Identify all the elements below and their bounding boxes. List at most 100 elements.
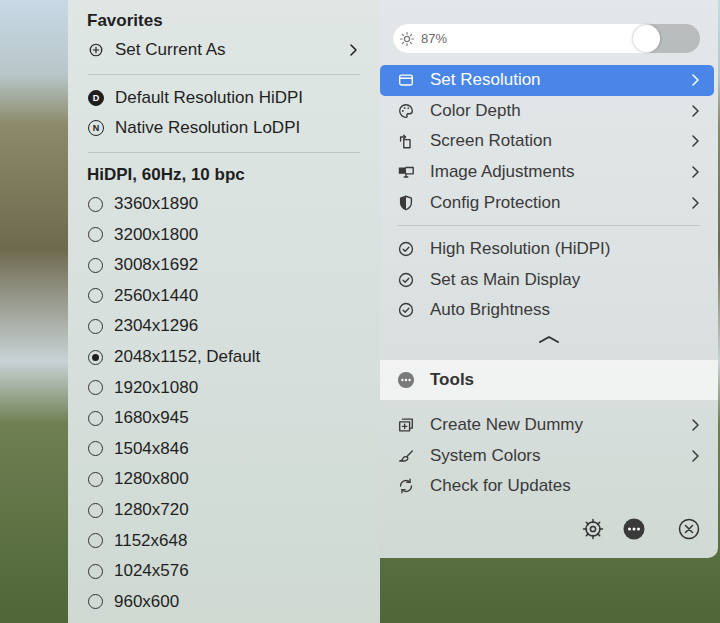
option-item[interactable]: Set as Main Display [380, 265, 714, 296]
set-current-label: Set Current As [115, 40, 337, 60]
tool-item[interactable]: Check for Updates [380, 471, 714, 502]
option-item[interactable]: Auto Brightness [380, 295, 714, 326]
resolution-label: 2048x1152, Default [114, 347, 358, 367]
tool-item[interactable]: System Colors [380, 440, 714, 471]
chevron-right-icon [690, 449, 700, 463]
brightness-fill: 87% [393, 24, 660, 53]
resolution-option[interactable]: 3200x1800 [68, 219, 380, 250]
favorites-title: Favorites [68, 7, 380, 35]
chevron-right-icon [690, 73, 700, 87]
tool-item-label: Create New Dummy [430, 415, 675, 435]
preset-item[interactable]: N Native Resolution LoDPI [68, 113, 380, 144]
radio-icon [88, 380, 103, 395]
gear-icon[interactable] [582, 518, 604, 540]
resolution-option[interactable]: 1280x720 [68, 495, 380, 526]
plus-circle-icon [88, 42, 104, 58]
resolutions-title: HiDPI, 60Hz, 10 bpc [68, 161, 380, 189]
resolution-label: 2560x1440 [114, 286, 358, 306]
menu-item-label: Image Adjustments [430, 162, 675, 182]
sun-icon [399, 31, 415, 47]
chevron-right-icon [690, 165, 700, 179]
resolution-label: 1920x1080 [114, 378, 358, 398]
menu-item-label: Config Protection [430, 193, 675, 213]
brightness-slider[interactable]: 87% [393, 24, 700, 53]
menu-item-icon [397, 102, 415, 120]
menu-item-label: Set Resolution [430, 70, 675, 90]
tools-label: Tools [430, 370, 474, 390]
tool-item-icon [397, 447, 415, 465]
radio-icon [88, 533, 103, 548]
ellipsis-icon [397, 371, 415, 389]
option-item[interactable]: High Resolution (HiDPI) [380, 234, 714, 265]
radio-icon [88, 411, 103, 426]
resolution-option[interactable]: 1280x800 [68, 464, 380, 495]
menu-item-label: Screen Rotation [430, 131, 675, 151]
menu-item[interactable]: Image Adjustments [380, 157, 714, 188]
divider [88, 74, 360, 75]
divider [88, 152, 360, 153]
collapse-button[interactable] [380, 326, 718, 352]
resolution-label: 1152x648 [114, 531, 358, 551]
radio-icon [88, 564, 103, 579]
menu-item[interactable]: Set Resolution [380, 65, 714, 96]
resolution-label: 3200x1800 [114, 225, 358, 245]
radio-icon [88, 441, 103, 456]
tools-header[interactable]: Tools [380, 360, 718, 400]
resolution-option[interactable]: 1152x648 [68, 525, 380, 556]
preset-badge-icon: D [88, 90, 104, 106]
menu-item[interactable]: Screen Rotation [380, 126, 714, 157]
menu-item-icon [397, 132, 415, 150]
resolution-label: 1280x800 [114, 469, 358, 489]
resolution-option[interactable]: 1024x576 [68, 556, 380, 587]
resolution-label: 3360x1890 [114, 194, 358, 214]
check-circle-icon [397, 271, 415, 289]
tool-item-label: System Colors [430, 446, 675, 466]
preset-item[interactable]: D Default Resolution HiDPI [68, 83, 380, 114]
resolution-option[interactable]: 1680x945 [68, 403, 380, 434]
menu-item[interactable]: Color Depth [380, 96, 714, 127]
check-circle-icon [397, 240, 415, 258]
resolution-option[interactable]: 960x600 [68, 587, 380, 618]
resolution-submenu: Favorites Set Current As D Default Resoluti… [68, 0, 380, 623]
menu-item[interactable]: Config Protection [380, 187, 714, 218]
tool-item-icon [397, 416, 415, 434]
resolution-option[interactable]: 2560x1440 [68, 281, 380, 312]
divider [398, 225, 700, 226]
resolution-label: 3008x1692 [114, 255, 358, 275]
option-label: High Resolution (HiDPI) [430, 239, 700, 259]
resolution-option[interactable]: 3360x1890 [68, 189, 380, 220]
resolution-option[interactable]: 1920x1080 [68, 372, 380, 403]
resolution-label: 1504x846 [114, 439, 358, 459]
close-icon[interactable] [678, 518, 700, 540]
preset-label: Native Resolution LoDPI [115, 118, 358, 138]
preset-badge-icon: N [88, 120, 104, 136]
more-icon[interactable] [623, 518, 645, 540]
resolution-label: 960x600 [114, 592, 358, 612]
tool-item-label: Check for Updates [430, 476, 700, 496]
display-menu: 87% Set Resolution Color Depth Screen Rotat… [380, 0, 718, 558]
preset-label: Default Resolution HiDPI [115, 88, 358, 108]
radio-icon [88, 197, 103, 212]
menu-item-label: Color Depth [430, 101, 675, 121]
set-current-item[interactable]: Set Current As [68, 35, 380, 66]
tool-item[interactable]: Create New Dummy [380, 410, 714, 441]
chevron-right-icon [348, 43, 358, 57]
menu-item-icon [397, 194, 415, 212]
menu-item-icon [397, 71, 415, 89]
resolution-label: 1280x720 [114, 500, 358, 520]
radio-icon [88, 288, 103, 303]
resolution-option[interactable]: 2304x1296 [68, 311, 380, 342]
radio-icon [88, 503, 103, 518]
option-label: Auto Brightness [430, 300, 700, 320]
slider-knob[interactable] [633, 25, 660, 52]
resolution-option[interactable]: 2048x1152, Default [68, 342, 380, 373]
resolution-option[interactable]: 3008x1692 [68, 250, 380, 281]
resolution-label: 2304x1296 [114, 316, 358, 336]
option-label: Set as Main Display [430, 270, 700, 290]
chevron-up-icon [537, 333, 561, 345]
chevron-right-icon [690, 418, 700, 432]
footer-buttons [380, 518, 718, 540]
chevron-right-icon [690, 134, 700, 148]
desktop: Favorites Set Current As D Default Resoluti… [0, 0, 720, 623]
resolution-option[interactable]: 1504x846 [68, 434, 380, 465]
